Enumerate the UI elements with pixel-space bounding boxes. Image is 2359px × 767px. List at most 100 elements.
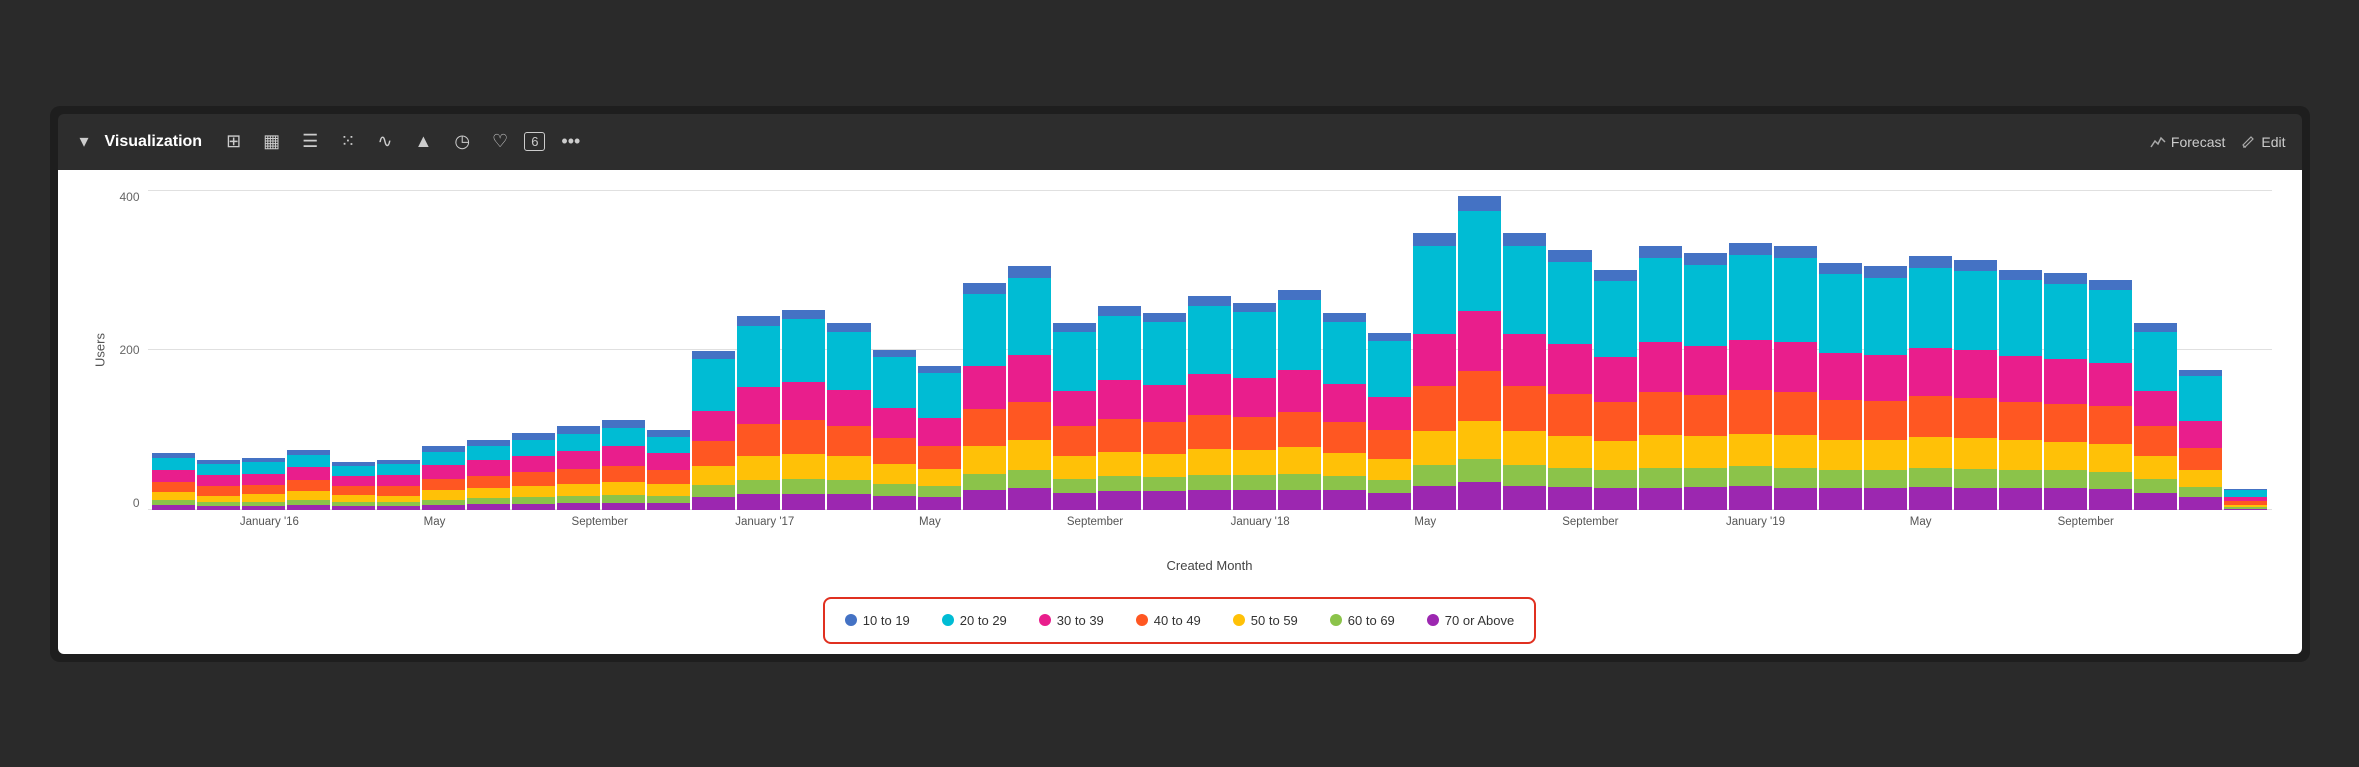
bar-segment bbox=[242, 485, 285, 494]
legend-item: 20 to 29 bbox=[942, 613, 1007, 628]
x-axis-tick-label: January '16 bbox=[240, 516, 299, 528]
y-tick-400: 400 bbox=[119, 190, 139, 204]
bar-segment bbox=[963, 474, 1006, 491]
bar-segment bbox=[1278, 490, 1321, 510]
bar-segment bbox=[647, 437, 690, 453]
bar-segment bbox=[1278, 290, 1321, 300]
bar-segment bbox=[512, 486, 555, 497]
bar-segment bbox=[1188, 306, 1231, 374]
bar-segment bbox=[1548, 250, 1591, 262]
bar-segment bbox=[1098, 452, 1141, 477]
bar-segment bbox=[918, 486, 961, 497]
bar-segment bbox=[782, 310, 825, 319]
legend-color-dot bbox=[1427, 614, 1439, 626]
bar-segment bbox=[1143, 385, 1186, 422]
bar-segment bbox=[1143, 454, 1186, 477]
bar-chart-icon[interactable]: ▦ bbox=[257, 127, 286, 156]
bar-group bbox=[1368, 190, 1411, 510]
bar-group bbox=[737, 190, 780, 510]
bar-segment bbox=[737, 456, 780, 480]
bar-segment bbox=[692, 485, 735, 497]
bar-segment bbox=[692, 411, 735, 441]
bar-segment bbox=[1954, 469, 1997, 488]
bar-segment bbox=[1954, 488, 1997, 510]
bar-segment bbox=[827, 332, 870, 391]
bar-segment bbox=[197, 506, 240, 509]
bar-segment bbox=[2179, 376, 2222, 421]
bar-segment bbox=[1548, 468, 1591, 487]
badge-6[interactable]: 6 bbox=[524, 132, 545, 151]
bar-segment bbox=[1594, 270, 1637, 281]
line-chart-icon[interactable]: ∿ bbox=[371, 127, 398, 156]
legend-wrapper: 10 to 1920 to 2930 to 3940 to 4950 to 59… bbox=[88, 581, 2272, 644]
bar-segment bbox=[1053, 332, 1096, 391]
bar-group bbox=[242, 190, 285, 510]
bar-group bbox=[1098, 190, 1141, 510]
bar-segment bbox=[1008, 440, 1051, 469]
bar-segment bbox=[692, 497, 735, 510]
bar-group bbox=[1774, 190, 1817, 510]
bar-segment bbox=[1008, 278, 1051, 355]
bar-segment bbox=[873, 408, 916, 439]
legend-label: 10 to 19 bbox=[863, 613, 910, 628]
bar-segment bbox=[1503, 486, 1546, 510]
legend-color-dot bbox=[942, 614, 954, 626]
bar-segment bbox=[737, 387, 780, 424]
bar-group bbox=[692, 190, 735, 510]
edit-button[interactable]: Edit bbox=[2241, 134, 2285, 150]
bar-segment bbox=[2089, 489, 2132, 510]
bar-segment bbox=[1233, 417, 1276, 450]
bar-segment bbox=[873, 438, 916, 464]
bar-group bbox=[1999, 190, 2042, 510]
legend-label: 40 to 49 bbox=[1154, 613, 1201, 628]
bar-segment bbox=[557, 451, 600, 469]
bar-segment bbox=[1999, 270, 2042, 281]
bar-group bbox=[1188, 190, 1231, 510]
bar-segment bbox=[2179, 370, 2222, 377]
clock-icon[interactable]: ◷ bbox=[448, 127, 476, 156]
more-icon[interactable]: ••• bbox=[555, 127, 586, 156]
bar-segment bbox=[1503, 334, 1546, 387]
bar-segment bbox=[963, 409, 1006, 446]
bar-segment bbox=[692, 359, 735, 411]
bar-segment bbox=[1909, 268, 1952, 349]
bar-segment bbox=[1729, 340, 1772, 391]
bar-segment bbox=[1503, 233, 1546, 246]
bar-segment bbox=[1594, 281, 1637, 357]
forecast-button[interactable]: Forecast bbox=[2150, 134, 2225, 150]
bar-group bbox=[1503, 190, 1546, 510]
bar-group bbox=[1864, 190, 1907, 510]
bar-segment bbox=[2179, 448, 2222, 471]
bar-segment bbox=[782, 319, 825, 382]
bar-segment bbox=[1503, 246, 1546, 334]
bar-segment bbox=[1368, 397, 1411, 430]
chart-area: Users 400 200 0 bbox=[58, 170, 2302, 654]
list-icon[interactable]: ☰ bbox=[296, 127, 324, 156]
bar-segment bbox=[1954, 260, 1997, 271]
bar-segment bbox=[737, 316, 780, 325]
location-icon[interactable]: ♡ bbox=[486, 127, 514, 156]
table-icon[interactable]: ⊞ bbox=[220, 127, 247, 156]
area-chart-icon[interactable]: ▲ bbox=[409, 127, 439, 156]
bar-group bbox=[512, 190, 555, 510]
bar-segment bbox=[2044, 284, 2087, 359]
bar-group bbox=[152, 190, 195, 510]
bar-segment bbox=[1594, 441, 1637, 470]
bar-segment bbox=[1594, 488, 1637, 509]
bar-segment bbox=[1819, 440, 1862, 470]
bar-group bbox=[1684, 190, 1727, 510]
bar-segment bbox=[1999, 470, 2042, 488]
scatter-icon[interactable]: ⁙ bbox=[334, 127, 361, 156]
bar-segment bbox=[1323, 313, 1366, 322]
bar-group bbox=[602, 190, 645, 510]
bar-segment bbox=[1729, 243, 1772, 255]
bar-segment bbox=[1413, 431, 1456, 465]
bar-group bbox=[1594, 190, 1637, 510]
bar-segment bbox=[2179, 487, 2222, 497]
bar-segment bbox=[377, 486, 420, 495]
bar-segment bbox=[1864, 355, 1907, 401]
bar-segment bbox=[692, 466, 735, 485]
bar-segment bbox=[1323, 384, 1366, 421]
chevron-down-icon[interactable]: ▾ bbox=[74, 127, 95, 156]
y-tick-200: 200 bbox=[119, 343, 139, 357]
